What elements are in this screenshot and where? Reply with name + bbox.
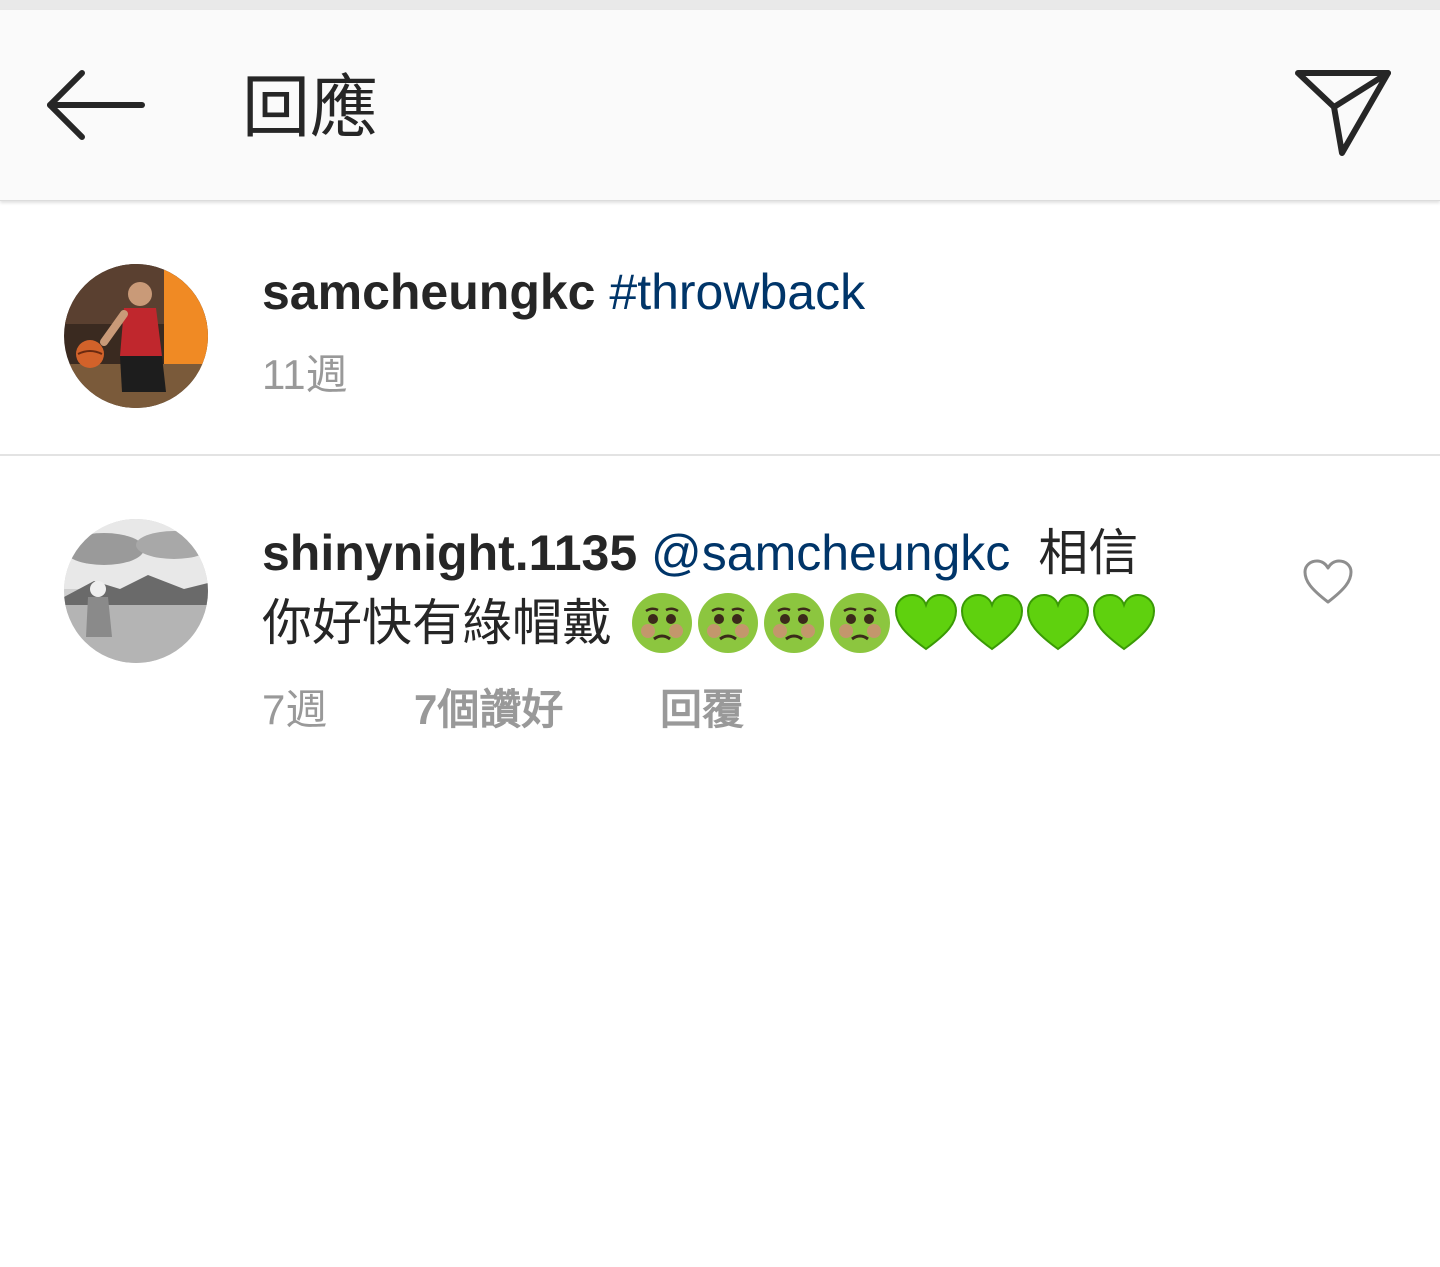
arrow-left-icon bbox=[47, 70, 145, 140]
avatar-image bbox=[64, 519, 208, 663]
section-divider bbox=[0, 454, 1440, 456]
reply-button[interactable]: 回覆 bbox=[660, 682, 744, 738]
nauseated-face-icon bbox=[830, 593, 890, 653]
back-button[interactable] bbox=[40, 65, 150, 145]
green-heart-icon bbox=[960, 593, 1024, 651]
green-heart-icon bbox=[894, 593, 958, 651]
caption-timestamp: 11週 bbox=[262, 351, 348, 398]
top-app-bar: 回應 bbox=[0, 10, 1440, 201]
nauseated-face-icon bbox=[764, 593, 824, 653]
comment-mention[interactable]: @samcheungkc bbox=[651, 525, 1010, 581]
comment-body: shinynight.1135 @samcheungkc 相信 你好快有綠帽戴 bbox=[262, 513, 1232, 663]
nauseated-face-icon bbox=[632, 593, 692, 653]
nauseated-face-icon bbox=[698, 593, 758, 653]
comment-likes-count[interactable]: 7個讚好 bbox=[414, 682, 563, 738]
comment-username[interactable]: shinynight.1135 bbox=[262, 525, 637, 581]
green-heart-icon bbox=[1026, 593, 1090, 651]
status-bar-strip bbox=[0, 0, 1440, 10]
caption-username[interactable]: samcheungkc bbox=[262, 264, 595, 320]
share-button[interactable] bbox=[1290, 65, 1394, 161]
emoji-row bbox=[630, 591, 1158, 655]
caption-author-avatar[interactable] bbox=[64, 264, 208, 408]
comment-line-1: shinynight.1135 @samcheungkc 相信 bbox=[262, 513, 1232, 583]
like-comment-button[interactable] bbox=[1302, 558, 1354, 606]
caption-text: samcheungkc #throwback bbox=[262, 262, 865, 322]
comment-author-avatar[interactable] bbox=[64, 519, 208, 663]
green-heart-icon bbox=[1092, 593, 1156, 651]
comment-text-part-2: 你好快有綠帽戴 bbox=[262, 595, 612, 651]
comment-text-part-1: 相信 bbox=[1038, 525, 1139, 581]
comment-line-2: 你好快有綠帽戴 bbox=[262, 583, 1232, 663]
page-title: 回應 bbox=[242, 70, 379, 146]
heart-outline-icon bbox=[1303, 559, 1353, 604]
comment-timestamp: 7週 bbox=[262, 686, 328, 733]
caption-hashtag[interactable]: #throwback bbox=[609, 264, 865, 320]
avatar-image bbox=[64, 264, 208, 408]
paper-plane-icon bbox=[1295, 70, 1391, 156]
